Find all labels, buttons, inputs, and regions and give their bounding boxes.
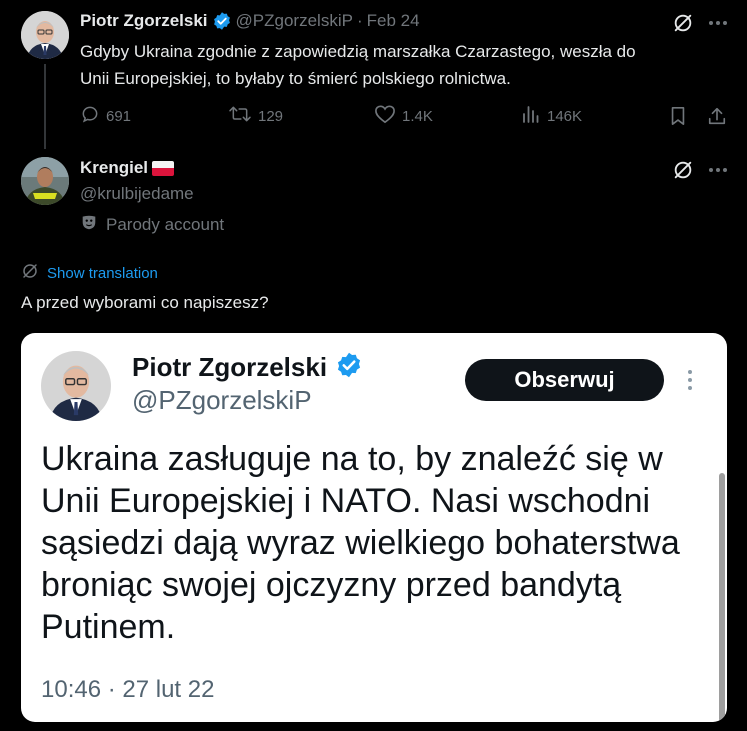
like-icon [374, 104, 396, 128]
tweet-text-line-2: Unii Europejskiej, to byłaby to śmierć p… [80, 69, 511, 88]
parody-mask-icon [80, 213, 98, 236]
embed-text-line: sąsiedzi dają wyraz wielkiego bohaterstw… [41, 524, 680, 562]
embed-avatar [41, 351, 111, 421]
more-icon[interactable] [706, 158, 730, 182]
embed-text-line: Ukraina zasługuje na to, by znaleźć się … [41, 440, 663, 478]
embed-text-line: Unii Europejskiej i NATO. Nasi wschodni [41, 482, 651, 520]
embed-timestamp: 10:46 · 27 lut 22 [41, 676, 215, 703]
poland-flag-icon [152, 160, 175, 176]
embed-follow-button: Obserwuj [465, 359, 664, 401]
parody-label: Parody account [106, 214, 225, 234]
embed-text: Ukraina zasługuje na to, by znaleźć się … [41, 438, 680, 648]
embed-handle: @PZgorzelskiP [132, 385, 312, 415]
avatar-krengiel[interactable] [21, 157, 69, 205]
views-icon [521, 104, 541, 128]
grok-icon[interactable] [671, 11, 695, 35]
reply-button[interactable]: 691 [80, 104, 131, 128]
bookmark-icon[interactable] [666, 104, 690, 128]
avatar-piotr[interactable] [21, 11, 69, 59]
thread-line [44, 64, 46, 149]
embed-verified-badge-icon [335, 351, 363, 384]
author-handle[interactable]: @PZgorzelskiP [236, 11, 353, 31]
author-name[interactable]: Piotr Zgorzelski [80, 11, 208, 31]
retweet-count: 129 [258, 107, 284, 125]
translate-icon [21, 262, 39, 285]
tweet-date[interactable]: Feb 24 [367, 11, 420, 31]
embedded-tweet-image[interactable]: Piotr Zgorzelski @PZgorzelskiP Obserwuj … [21, 333, 727, 722]
embed-text-line: broniąc swojej ojczyzny przed bandytą [41, 566, 622, 604]
author-name[interactable]: Krengiel [80, 158, 148, 178]
reply-icon [80, 104, 100, 128]
like-count: 1.4K [402, 107, 433, 125]
verified-badge-icon [212, 11, 232, 31]
like-button[interactable]: 1.4K [374, 104, 433, 128]
tweet-text: A przed wyborami co napiszesz? [21, 293, 269, 312]
tweet-text-line-1: Gdyby Ukraina zgodnie z zapowiedzią mars… [80, 42, 636, 61]
more-icon[interactable] [706, 11, 730, 35]
retweet-button[interactable]: 129 [228, 104, 283, 128]
grok-icon[interactable] [671, 158, 695, 182]
author-handle[interactable]: @krulbijedame [80, 184, 194, 204]
retweet-icon [228, 104, 252, 128]
views-count: 146K [547, 107, 583, 125]
embed-text-line: Putinem. [41, 608, 176, 646]
separator-dot: · [356, 11, 363, 30]
reply-count: 691 [106, 107, 132, 125]
show-translation-label[interactable]: Show translation [47, 265, 158, 282]
views-button[interactable]: 146K [521, 104, 582, 128]
show-translation-link[interactable]: Show translation [21, 262, 158, 285]
embed-scrollbar [719, 473, 725, 722]
share-icon[interactable] [705, 104, 729, 128]
embed-more-icon [687, 369, 693, 396]
embed-author-name: Piotr Zgorzelski [132, 352, 328, 382]
